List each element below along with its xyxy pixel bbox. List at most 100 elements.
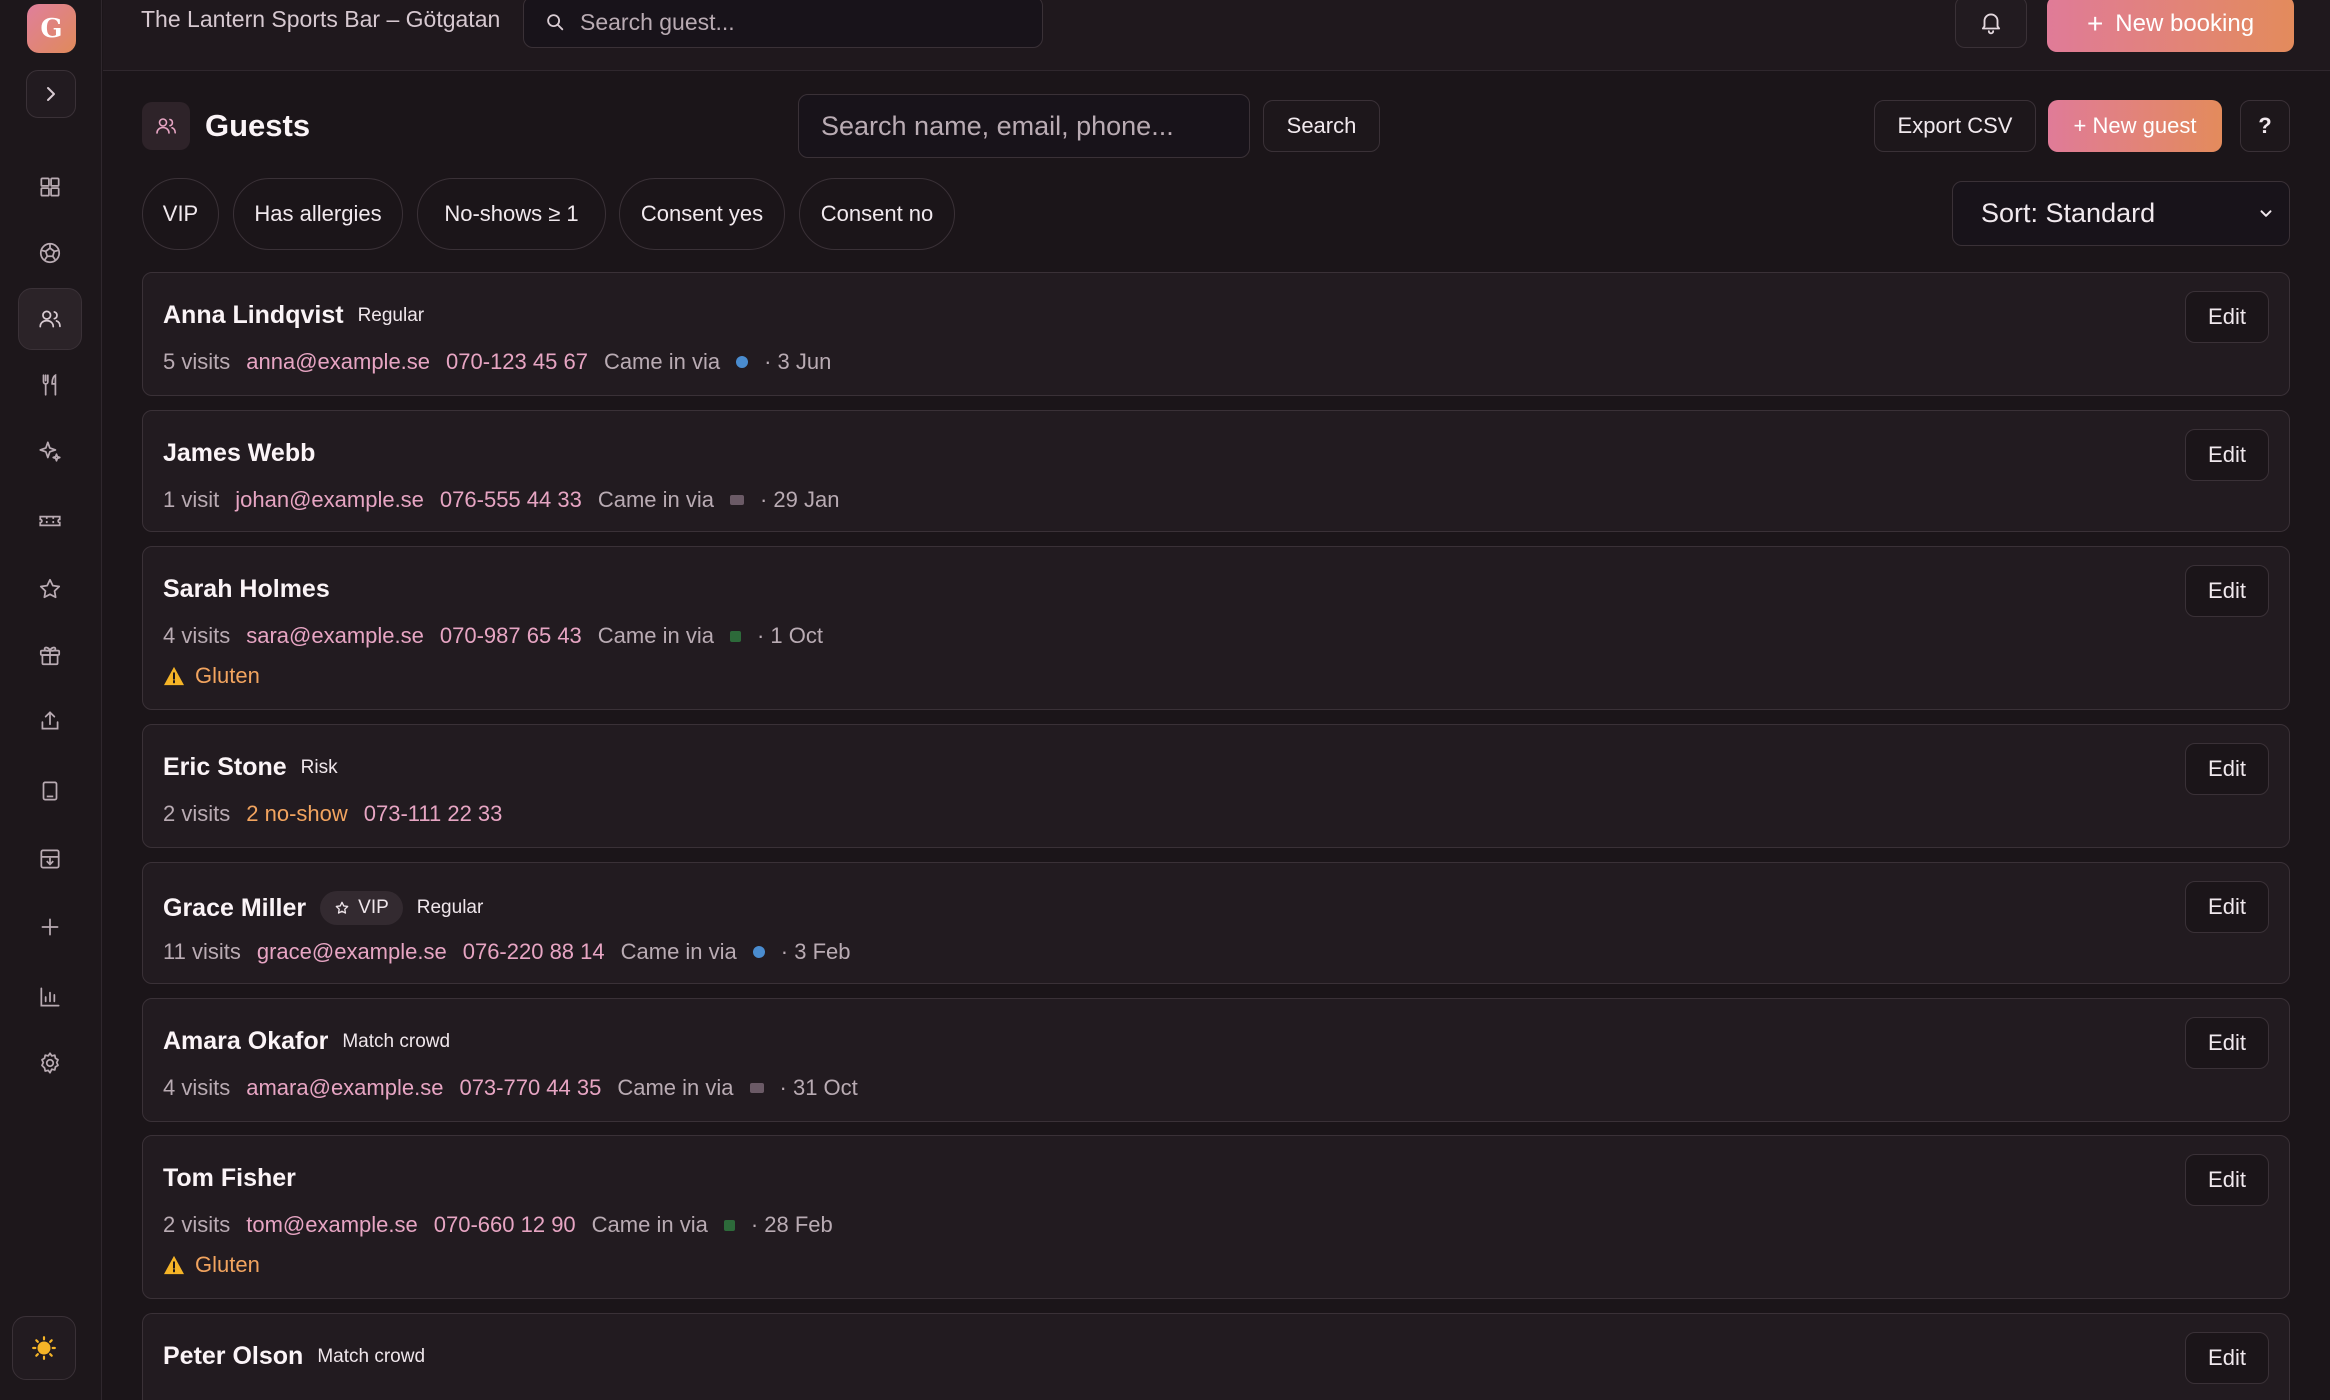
guest-tag: Match crowd (342, 1030, 451, 1052)
guest-card[interactable]: Eric Stone Risk 2 visits 2 no-show 073-1… (142, 724, 2290, 848)
chevron-right-icon (47, 87, 55, 101)
guest-card[interactable]: James Webb 1 visit johan@example.se 076-… (142, 410, 2290, 532)
nav-settings[interactable] (18, 1032, 82, 1094)
guest-name[interactable]: Amara Okafor (163, 1027, 328, 1056)
guest-phone[interactable]: 070-987 65 43 (440, 623, 582, 649)
nav-matches[interactable] (18, 222, 82, 284)
edit-guest-button[interactable]: Edit (2185, 1154, 2269, 1206)
edit-guest-button[interactable]: Edit (2185, 743, 2269, 795)
allergy-label: Gluten (195, 663, 260, 688)
nav-ai[interactable] (18, 420, 82, 482)
plus-icon (41, 918, 59, 936)
guest-email[interactable]: johan@example.se (235, 487, 424, 513)
guest-phone[interactable]: 073-770 44 35 (459, 1075, 601, 1101)
message-icon (729, 630, 741, 642)
guest-phone[interactable]: 076-555 44 33 (440, 487, 582, 513)
cutlery-icon (42, 373, 57, 396)
nav-bookings[interactable] (18, 760, 82, 822)
guest-name[interactable]: Peter Olson (163, 1342, 303, 1371)
guest-name[interactable]: Anna Lindqvist (163, 301, 344, 330)
new-guest-button[interactable]: + New guest (2048, 100, 2222, 152)
help-button[interactable]: ? (2240, 100, 2290, 152)
expand-sidebar-button[interactable] (26, 70, 76, 118)
allergy-info: Gluten (163, 663, 260, 689)
guest-phone[interactable]: 073-111 22 33 (364, 801, 503, 827)
source-label: Came in via (617, 1075, 734, 1100)
source-label: Came in via (603, 349, 721, 374)
globe-icon (736, 356, 749, 368)
vip-label: VIP (358, 897, 389, 918)
guest-card[interactable]: Sarah Holmes 4 visits sara@example.se 07… (142, 546, 2290, 710)
mail-icon (729, 495, 744, 505)
guest-email[interactable]: sara@example.se (246, 623, 424, 649)
star-icon (335, 901, 349, 914)
nav-favorites[interactable] (18, 558, 82, 620)
sort-label: Sort: Standard (1981, 198, 2156, 228)
theme-toggle-button[interactable] (12, 1316, 76, 1380)
filter-chip-consent-no[interactable]: Consent no (799, 178, 955, 250)
last-visit-date: · 3 Feb (780, 939, 851, 964)
search-button[interactable]: Search (1263, 100, 1380, 152)
guest-card[interactable]: Tom Fisher 2 visits tom@example.se 070-6… (142, 1135, 2290, 1299)
edit-guest-button[interactable]: Edit (2185, 429, 2269, 481)
guest-name[interactable]: Sarah Holmes (163, 575, 330, 604)
guest-card[interactable]: Amara Okafor Match crowd 4 visits amara@… (142, 998, 2290, 1122)
guest-name[interactable]: Tom Fisher (163, 1164, 296, 1193)
guest-card[interactable]: Grace Miller VIP Regular 11 visits grace… (142, 862, 2290, 984)
guest-search-input[interactable] (798, 94, 1250, 158)
filter-chip-noshows[interactable]: No-shows ≥ 1 (417, 178, 606, 250)
visit-count: 4 visits (163, 1075, 231, 1100)
edit-guest-button[interactable]: Edit (2185, 881, 2269, 933)
nav-tickets[interactable] (18, 490, 82, 552)
dashboard-icon (40, 177, 60, 197)
new-booking-label: New booking (2115, 10, 2255, 37)
guest-card[interactable]: Anna Lindqvist Regular 5 visits anna@exa… (142, 272, 2290, 396)
export-csv-button[interactable]: Export CSV (1874, 100, 2036, 152)
inbox-icon (40, 849, 60, 869)
sort-select[interactable]: Sort: Standard (1952, 181, 2290, 246)
top-search-box[interactable] (523, 0, 1043, 48)
new-booking-button[interactable]: + New booking (2047, 0, 2294, 52)
guest-email[interactable]: anna@example.se (246, 349, 430, 375)
nav-dashboard[interactable] (18, 156, 82, 218)
guest-email[interactable]: amara@example.se (246, 1075, 443, 1101)
gift-icon (39, 646, 61, 666)
guest-phone[interactable]: 070-660 12 90 (434, 1212, 576, 1238)
noshow-count: 2 no-show (246, 801, 348, 826)
edit-guest-button[interactable]: Edit (2185, 1017, 2269, 1069)
guest-phone[interactable]: 076-220 88 14 (463, 939, 605, 965)
guest-name[interactable]: Grace Miller (163, 894, 306, 923)
warning-icon (164, 666, 184, 686)
top-search-input[interactable] (580, 8, 1020, 36)
nav-export[interactable] (18, 690, 82, 752)
guest-name[interactable]: Eric Stone (163, 753, 287, 782)
last-visit-date: · 1 Oct (756, 623, 823, 648)
notifications-button[interactable] (1955, 0, 2027, 48)
allergy-info: Gluten (163, 1252, 260, 1278)
nav-inbox[interactable] (18, 828, 82, 890)
guest-card[interactable]: Peter Olson Match crowd Edit (142, 1313, 2290, 1400)
guest-email[interactable]: grace@example.se (257, 939, 447, 965)
chart-icon (40, 987, 60, 1007)
globe-icon (752, 946, 765, 958)
nav-menu[interactable] (18, 354, 82, 416)
guest-tag: Regular (416, 897, 484, 918)
last-visit-date: · 29 Jan (759, 487, 840, 512)
edit-guest-button[interactable]: Edit (2185, 565, 2269, 617)
edit-guest-button[interactable]: Edit (2185, 1332, 2269, 1384)
edit-guest-button[interactable]: Edit (2185, 291, 2269, 343)
nav-giftcards[interactable] (18, 624, 82, 686)
filter-chip-consent-yes[interactable]: Consent yes (619, 178, 785, 250)
guest-email[interactable]: tom@example.se (246, 1212, 418, 1238)
filter-chip-allergies[interactable]: Has allergies (233, 178, 403, 250)
nav-add[interactable] (18, 896, 82, 958)
warning-icon (164, 1255, 184, 1275)
guest-name[interactable]: James Webb (163, 439, 315, 468)
visit-count: 2 visits (163, 801, 231, 826)
nav-reports[interactable] (18, 966, 82, 1028)
filter-chip-vip[interactable]: VIP (142, 178, 219, 250)
app-logo[interactable]: G (27, 4, 76, 53)
guest-phone[interactable]: 070-123 45 67 (446, 349, 588, 375)
nav-guests[interactable] (18, 288, 82, 350)
sun-icon (32, 1336, 56, 1360)
